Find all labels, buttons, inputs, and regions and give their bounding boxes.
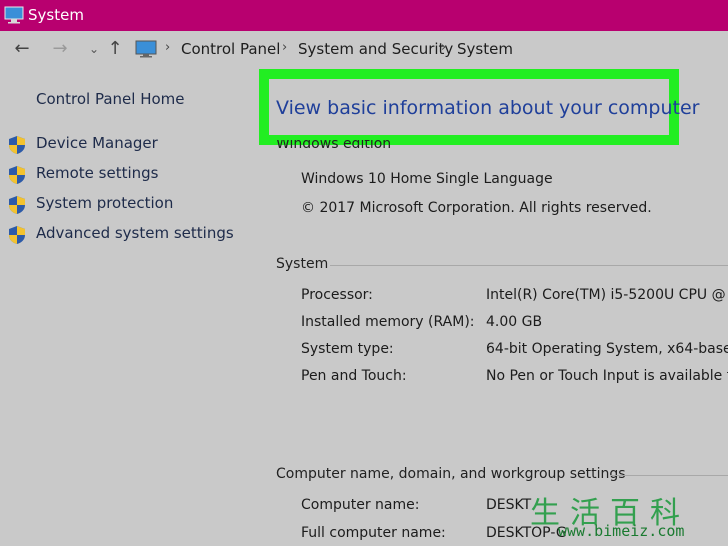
- edition-name: Windows 10 Home Single Language: [301, 171, 553, 187]
- system-type-label: System type:: [301, 341, 394, 357]
- chevron-down-icon[interactable]: ⌄: [84, 39, 104, 59]
- watermark: 生活百科 www.bimeiz.com: [524, 486, 728, 546]
- pen-touch-label: Pen and Touch:: [301, 368, 407, 384]
- breadcrumb-separator: ›: [165, 40, 171, 55]
- up-arrow-icon[interactable]: ↑: [105, 39, 125, 59]
- breadcrumb-system-and-security[interactable]: System and Security: [298, 40, 453, 58]
- system-icon: [4, 6, 24, 24]
- page-title: View basic information about your comput…: [276, 97, 700, 119]
- section-title-windows-edition: Windows edition: [276, 140, 392, 149]
- pen-touch-value: No Pen or Touch Input is available fo: [486, 368, 728, 384]
- shield-icon: [9, 226, 25, 244]
- shield-icon: [9, 166, 25, 184]
- processor-label: Processor:: [301, 287, 373, 303]
- back-arrow-icon[interactable]: ←: [12, 39, 32, 59]
- control-panel-icon: [135, 40, 157, 58]
- breadcrumb-control-panel[interactable]: Control Panel: [181, 40, 280, 58]
- sidebar-item-label: Remote settings: [36, 164, 159, 182]
- watermark-url: www.bimeiz.com: [558, 522, 685, 540]
- window-title: System: [28, 6, 84, 24]
- forward-arrow-icon[interactable]: →: [50, 39, 70, 59]
- breadcrumb-system[interactable]: System: [457, 40, 513, 58]
- computer-name-label: Computer name:: [301, 497, 420, 513]
- full-computer-name-label: Full computer name:: [301, 525, 446, 541]
- edition-copyright: © 2017 Microsoft Corporation. All rights…: [301, 200, 652, 216]
- sidebar-item-label: Device Manager: [36, 134, 158, 152]
- section-divider: [330, 265, 728, 266]
- sidebar-control-panel-home[interactable]: Control Panel Home: [36, 90, 185, 108]
- section-divider: [610, 475, 728, 476]
- sidebar-item-label: System protection: [36, 194, 174, 212]
- system-type-value: 64-bit Operating System, x64-based p: [486, 341, 728, 357]
- breadcrumb-separator: ›: [441, 40, 447, 55]
- section-title-system: System: [276, 256, 329, 272]
- title-bar: System: [0, 0, 728, 31]
- processor-value: Intel(R) Core(TM) i5-5200U CPU @ 2.2: [486, 287, 728, 303]
- memory-label: Installed memory (RAM):: [301, 314, 475, 330]
- shield-icon: [9, 136, 25, 154]
- address-bar: ← → ⌄ ↑ › Control Panel › System and Sec…: [0, 31, 728, 67]
- breadcrumb-separator: ›: [282, 40, 288, 55]
- section-title-computer-name: Computer name, domain, and workgroup set…: [276, 466, 626, 482]
- shield-icon: [9, 196, 25, 214]
- memory-value: 4.00 GB: [486, 314, 543, 330]
- sidebar-item-label: Advanced system settings: [36, 224, 234, 242]
